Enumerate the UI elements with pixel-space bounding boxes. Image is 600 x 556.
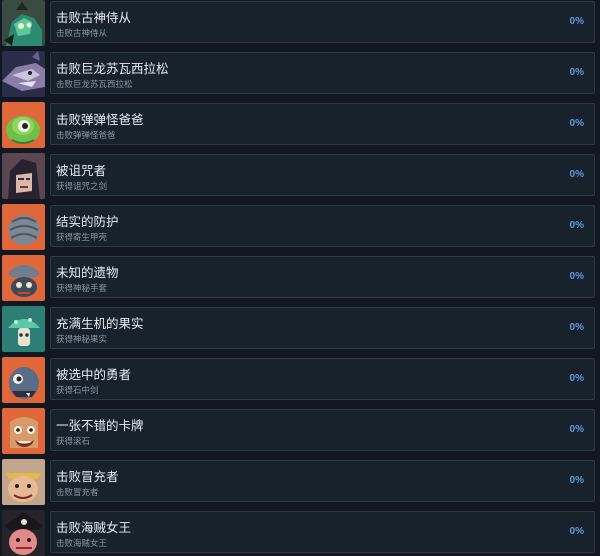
achievement-card: 一张不错的卡牌 获得滚石 0% [50,409,595,451]
achievement-row[interactable]: 被诅咒者 获得诅咒之剑 0% [0,153,600,199]
achievement-card: 被选中的勇者 获得石中剑 0% [50,358,595,400]
cursed-icon [2,153,45,199]
achievement-title: 充满生机的果实 [56,316,144,331]
achievement-title: 击败巨龙苏瓦西拉松 [56,61,169,76]
achievement-title: 被诅咒者 [56,163,107,178]
achievement-title: 结实的防护 [56,214,119,229]
achievement-description: 击败弹弹怪爸爸 [56,131,116,141]
achievement-percent: 0% [569,67,584,78]
hero-icon [2,357,45,403]
achievement-row[interactable]: 充满生机的果实 获得神秘果实 0% [0,306,600,352]
achievement-title: 击败弹弹怪爸爸 [56,112,144,127]
pirate-queen-icon [2,510,45,556]
achievement-description: 获得诅咒之剑 [56,182,108,192]
relic-icon [2,255,45,301]
dragon-icon [2,51,45,97]
shell-icon [2,204,45,250]
achievement-percent: 0% [569,526,584,537]
achievement-title: 击败海贼女王 [56,520,132,535]
achievement-list: 击败古神侍从 击败古神侍从 0% 击败巨龙苏瓦西拉松 击败巨龙苏瓦西拉松 0% [0,0,600,556]
achievement-percent: 0% [569,169,584,180]
achievement-title: 一张不错的卡牌 [56,418,144,433]
achievement-description: 获得神秘手套 [56,284,108,294]
achievement-row[interactable]: 结实的防护 获得寄生甲壳 0% [0,204,600,250]
achievement-description: 获得滚石 [56,437,91,447]
achievement-percent: 0% [569,475,584,486]
achievement-card: 充满生机的果实 获得神秘果实 0% [50,307,595,349]
achievement-description: 击败冒充者 [56,488,99,498]
achievement-row[interactable]: 击败海贼女王 击败海贼女王 0% [0,510,600,556]
achievement-row[interactable]: 击败冒充者 击败冒充者 0% [0,459,600,505]
achievement-percent: 0% [569,322,584,333]
achievement-row[interactable]: 一张不错的卡牌 获得滚石 0% [0,408,600,454]
achievement-percent: 0% [569,271,584,282]
achievement-percent: 0% [569,424,584,435]
achievement-percent: 0% [569,220,584,231]
impostor-icon [2,459,45,505]
achievement-description: 击败海贼女王 [56,539,108,549]
achievement-description: 获得石中剑 [56,386,99,396]
achievement-description: 获得寄生甲壳 [56,233,108,243]
achievement-row[interactable]: 击败古神侍从 击败古神侍从 0% [0,0,600,46]
green-blob-icon [2,102,45,148]
achievement-row[interactable]: 被选中的勇者 获得石中剑 0% [0,357,600,403]
achievement-title: 击败冒充者 [56,469,119,484]
achievement-title: 未知的遗物 [56,265,119,280]
achievement-card: 未知的遗物 获得神秘手套 0% [50,256,595,298]
achievement-row[interactable]: 未知的遗物 获得神秘手套 0% [0,255,600,301]
card-icon [2,408,45,454]
achievement-card: 结实的防护 获得寄生甲壳 0% [50,205,595,247]
achievement-row[interactable]: 击败巨龙苏瓦西拉松 击败巨龙苏瓦西拉松 0% [0,51,600,97]
achievement-description: 获得神秘果实 [56,335,108,345]
achievement-percent: 0% [569,118,584,129]
servant-icon [2,0,45,46]
achievement-title: 被选中的勇者 [56,367,132,382]
achievement-card: 击败海贼女王 击败海贼女王 0% [50,511,595,553]
fruit-icon [2,306,45,352]
achievement-title: 击败古神侍从 [56,10,132,25]
achievement-percent: 0% [569,373,584,384]
achievement-card: 击败冒充者 击败冒充者 0% [50,460,595,502]
achievement-description: 击败古神侍从 [56,29,108,39]
achievement-percent: 0% [569,16,584,27]
achievement-card: 击败弹弹怪爸爸 击败弹弹怪爸爸 0% [50,103,595,145]
achievement-card: 击败巨龙苏瓦西拉松 击败巨龙苏瓦西拉松 0% [50,52,595,94]
achievement-description: 击败巨龙苏瓦西拉松 [56,80,133,90]
achievement-card: 被诅咒者 获得诅咒之剑 0% [50,154,595,196]
achievement-card: 击败古神侍从 击败古神侍从 0% [50,1,595,43]
achievement-row[interactable]: 击败弹弹怪爸爸 击败弹弹怪爸爸 0% [0,102,600,148]
